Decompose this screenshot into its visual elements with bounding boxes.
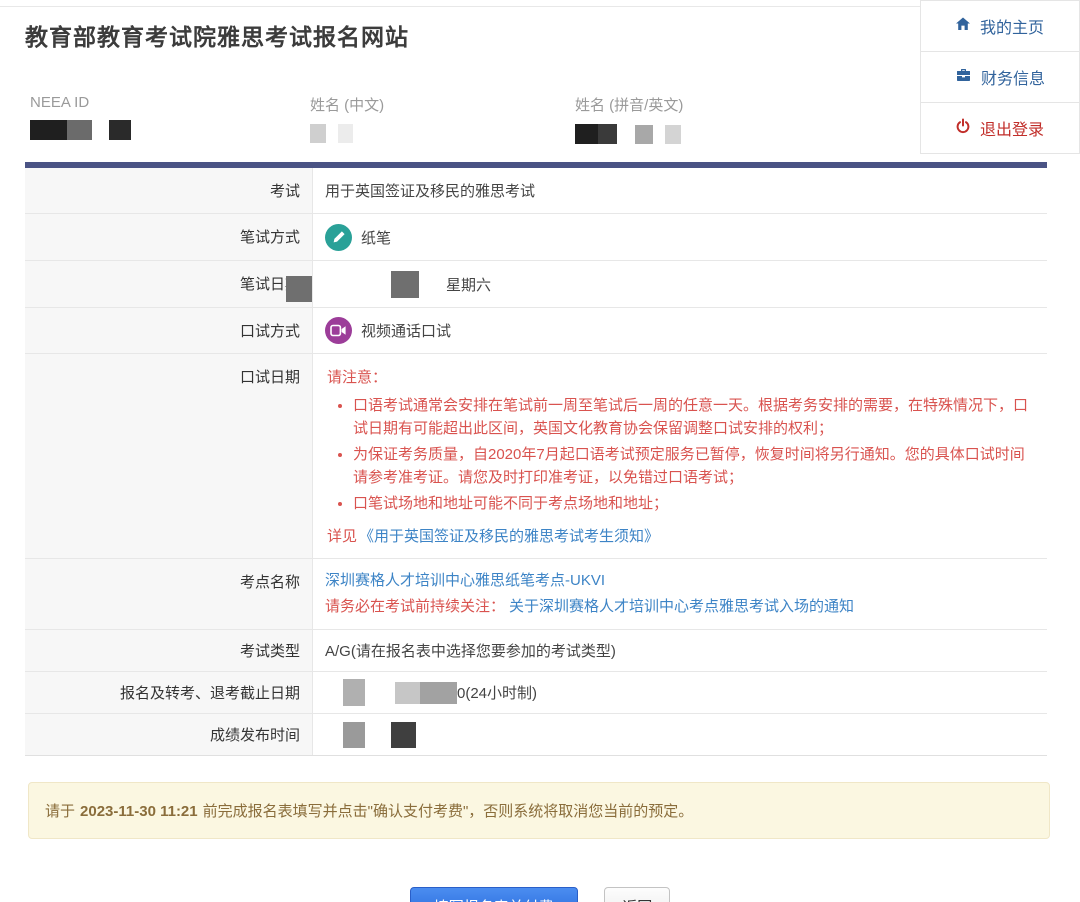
name-en-field: 姓名 (拼音/英文)	[575, 94, 683, 144]
notice-bullet: 口笔试场地和地址可能不同于考点场地和地址；	[353, 492, 1033, 515]
candidate-notes-link[interactable]: 《用于英国签证及移民的雅思考试考生须知》	[359, 528, 659, 545]
table-row-exam: 考试 用于英国签证及移民的雅思考试	[25, 168, 1047, 214]
speaking-mode-value: 视频通话口试	[361, 320, 451, 341]
table-row-written-mode: 笔试方式 纸笔	[25, 214, 1047, 261]
exam-details-table: 考试 用于英国签证及移民的雅思考试 笔试方式 纸笔 笔试日期 星期六 口	[25, 162, 1047, 756]
see-also-prefix: 详见	[327, 528, 357, 545]
back-button[interactable]: 返回	[604, 887, 670, 902]
menu-item-logout[interactable]: 退出登录	[920, 102, 1080, 154]
user-info-bar: NEEA ID 姓名 (中文) 姓名 (拼音/英文)	[0, 94, 900, 154]
written-mode-label: 笔试方式	[25, 214, 313, 260]
ielts-registration-page: 教育部教育考试院雅思考试报名网站 我的主页 财务信息 退出登录	[0, 0, 1080, 902]
table-row-results-release: 成绩发布时间	[25, 714, 1047, 755]
video-camera-icon	[325, 317, 352, 344]
neea-id-field: NEEA ID	[30, 94, 131, 140]
table-row-written-date: 笔试日期 星期六	[25, 261, 1047, 308]
pencil-icon	[325, 224, 352, 251]
table-row-speaking-mode: 口试方式 视频通话口试	[25, 308, 1047, 354]
results-label: 成绩发布时间	[25, 714, 313, 755]
written-mode-value-cell: 纸笔	[313, 214, 1047, 260]
neea-id-value-redacted	[30, 120, 131, 140]
notice-title: 请注意：	[327, 366, 1033, 387]
alert-suffix: 前完成报名表填写并点击"确认支付考费"，否则系统将取消您当前的预定。	[203, 803, 694, 820]
deadline-redaction	[343, 679, 365, 706]
speaking-mode-label: 口试方式	[25, 308, 313, 353]
exam-label: 考试	[25, 168, 313, 213]
notice-bullet: 口语考试通常会安排在笔试前一周至笔试后一周的任意一天。根据考务安排的需要，在特殊…	[353, 394, 1033, 440]
name-cn-value-redacted	[310, 124, 384, 143]
written-mode-value: 纸笔	[361, 227, 391, 248]
neea-id-label: NEEA ID	[30, 94, 131, 111]
payment-deadline-alert: 请于 2023-11-30 11:21 前完成报名表填写并点击"确认支付考费"，否则…	[28, 782, 1050, 839]
results-value-cell	[313, 714, 1047, 755]
results-redaction	[343, 722, 365, 748]
written-date-redaction	[391, 271, 419, 298]
exam-value: 用于英国签证及移民的雅思考试	[313, 168, 1047, 213]
table-row-venue: 考点名称 深圳赛格人才培训中心雅思纸笔考点-UKVI 请务必在考试前持续关注：关…	[25, 559, 1047, 630]
menu-item-label: 我的主页	[980, 14, 1044, 38]
table-row-speaking-date: 口试日期 请注意： 口语考试通常会安排在笔试前一周至笔试后一周的任意一天。根据考…	[25, 354, 1047, 559]
results-redaction	[391, 722, 416, 748]
venue-entry-notice-link[interactable]: 关于深圳赛格人才培训中心考点雅思考试入场的通知	[509, 598, 854, 615]
power-icon	[955, 118, 971, 139]
deadline-label: 报名及转考、退考截止日期	[25, 672, 313, 713]
home-icon	[955, 16, 971, 37]
sidebar-menu: 我的主页 财务信息 退出登录	[920, 0, 1080, 154]
menu-item-label: 退出登录	[980, 116, 1044, 140]
table-row-exam-type: 考试类型 A/G(请在报名表中选择您要参加的考试类型)	[25, 630, 1047, 672]
speaking-mode-value-cell: 视频通话口试	[313, 308, 1047, 353]
name-en-value-redacted	[575, 124, 683, 144]
alert-deadline: 2023-11-30 11:21	[80, 803, 198, 820]
exam-type-label: 考试类型	[25, 630, 313, 671]
notice-bullet: 为保证考务质量，自2020年7月起口语考试预定服务已暂停，恢复时间将另行通知。您…	[353, 443, 1033, 489]
alert-prefix: 请于	[45, 803, 75, 820]
written-date-suffix: 星期六	[446, 274, 491, 295]
deadline-suffix: 0(24小时制)	[457, 682, 537, 703]
fill-form-and-pay-button[interactable]: 填写报名表并付费	[410, 887, 578, 902]
venue-label: 考点名称	[25, 559, 313, 629]
menu-item-financial-info[interactable]: 财务信息	[920, 51, 1080, 103]
venue-link[interactable]: 深圳赛格人才培训中心雅思纸笔考点-UKVI	[325, 572, 605, 589]
name-cn-field: 姓名 (中文)	[310, 94, 384, 143]
menu-item-label: 财务信息	[981, 65, 1045, 89]
see-also-line: 详见《用于英国签证及移民的雅思考试考生须知》	[327, 525, 1033, 546]
speaking-date-notice: 请注意： 口语考试通常会安排在笔试前一周至笔试后一周的任意一天。根据考务安排的需…	[313, 354, 1047, 558]
venue-value-cell: 深圳赛格人才培训中心雅思纸笔考点-UKVI 请务必在考试前持续关注：关于深圳赛格…	[313, 559, 1047, 629]
written-date-label-redaction	[286, 276, 312, 302]
briefcase-icon	[955, 67, 972, 88]
written-date-label: 笔试日期	[25, 261, 313, 307]
written-date-value-cell: 星期六	[313, 261, 1047, 307]
notice-list: 口语考试通常会安排在笔试前一周至笔试后一周的任意一天。根据考务安排的需要，在特殊…	[353, 394, 1033, 515]
exam-type-value: A/G(请在报名表中选择您要参加的考试类型)	[313, 630, 1047, 671]
menu-item-my-homepage[interactable]: 我的主页	[920, 0, 1080, 52]
deadline-redaction	[395, 682, 457, 704]
deadline-value-cell: 0(24小时制)	[313, 672, 1047, 713]
page-title: 教育部教育考试院雅思考试报名网站	[25, 18, 409, 52]
name-en-label: 姓名 (拼音/英文)	[575, 94, 683, 115]
action-bar: 填写报名表并付费 返回	[0, 887, 1080, 902]
header: 教育部教育考试院雅思考试报名网站 我的主页 财务信息 退出登录	[0, 0, 1080, 162]
name-cn-label: 姓名 (中文)	[310, 94, 384, 115]
table-row-deadline: 报名及转考、退考截止日期 0(24小时制)	[25, 672, 1047, 714]
speaking-date-label: 口试日期	[25, 354, 313, 558]
venue-warning-prefix: 请务必在考试前持续关注：	[325, 598, 505, 615]
